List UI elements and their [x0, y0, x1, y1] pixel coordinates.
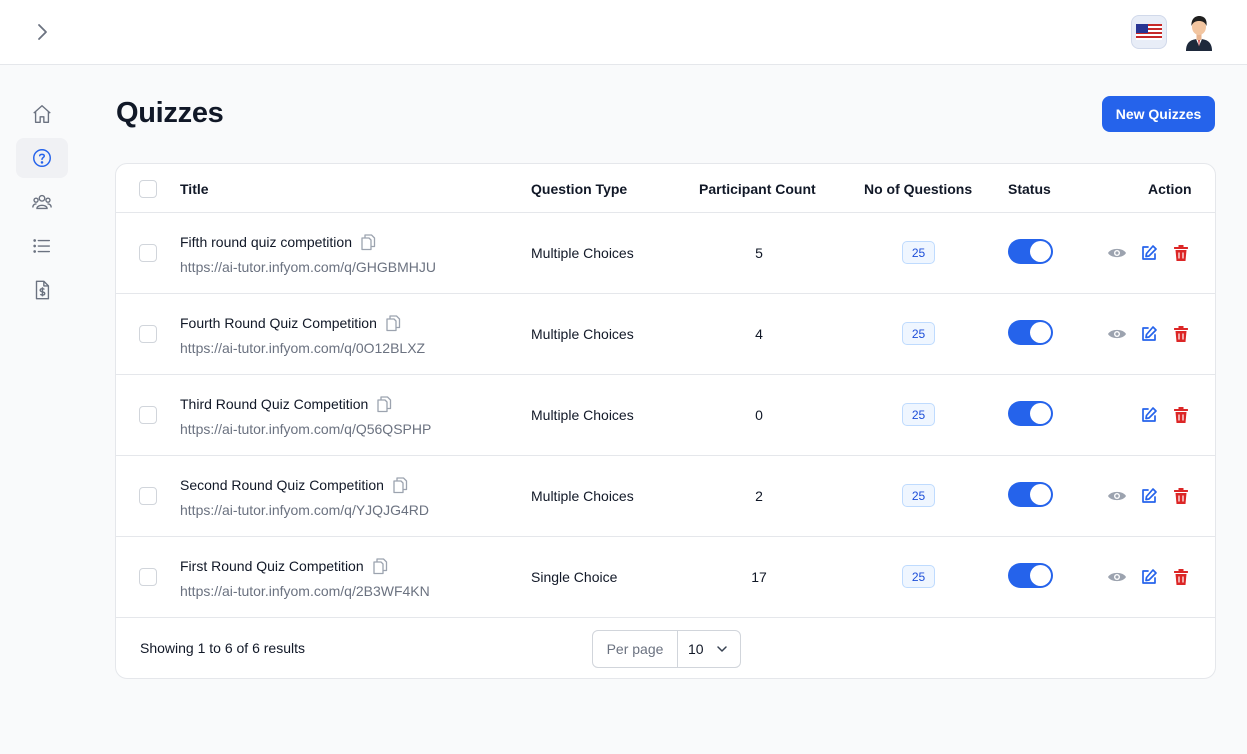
- participant-count: 0: [755, 407, 763, 423]
- question-type: Multiple Choices: [531, 245, 634, 261]
- table-header: Title Question Type Participant Count No…: [116, 164, 1215, 213]
- question-type: Multiple Choices: [531, 326, 634, 342]
- row-checkbox[interactable]: [139, 406, 157, 424]
- results-summary: Showing 1 to 6 of 6 results: [140, 640, 305, 656]
- status-toggle[interactable]: [1008, 239, 1053, 264]
- column-header-participant-count: Participant Count: [699, 181, 816, 197]
- billing-icon: [35, 280, 50, 300]
- status-toggle[interactable]: [1008, 320, 1053, 345]
- language-button[interactable]: [1131, 15, 1167, 49]
- delete-icon[interactable]: [1170, 323, 1192, 345]
- row-checkbox[interactable]: [139, 244, 157, 262]
- questions-count-badge: 25: [902, 484, 935, 507]
- quizzes-table: Title Question Type Participant Count No…: [115, 163, 1216, 679]
- sidebar-item-list[interactable]: [16, 226, 68, 266]
- per-page-control: Per page 10: [592, 630, 741, 668]
- sidebar: [16, 94, 68, 314]
- table-row: Fifth round quiz competition https://ai-t…: [116, 213, 1215, 294]
- edit-icon[interactable]: [1138, 485, 1160, 507]
- table-row: Fourth Round Quiz Competition https://ai-…: [116, 294, 1215, 375]
- column-header-question-type: Question Type: [531, 181, 628, 197]
- view-icon[interactable]: [1106, 485, 1128, 507]
- column-header-status: Status: [1008, 181, 1051, 197]
- delete-icon[interactable]: [1170, 566, 1192, 588]
- quiz-url[interactable]: https://ai-tutor.infyom.com/q/2B3WF4KN: [180, 583, 430, 599]
- copy-link-icon[interactable]: [385, 314, 401, 332]
- sidebar-item-billing[interactable]: [16, 270, 68, 310]
- participant-count: 2: [755, 488, 763, 504]
- chevron-down-icon: [717, 646, 727, 652]
- per-page-select[interactable]: 10: [678, 631, 740, 667]
- edit-icon[interactable]: [1138, 242, 1160, 264]
- view-icon[interactable]: [1106, 323, 1128, 345]
- quiz-url[interactable]: https://ai-tutor.infyom.com/q/GHGBMHJU: [180, 259, 436, 275]
- table-row: Second Round Quiz Competition https://ai-…: [116, 456, 1215, 537]
- row-checkbox[interactable]: [139, 487, 157, 505]
- quiz-url[interactable]: https://ai-tutor.infyom.com/q/Q56QSPHP: [180, 421, 431, 437]
- sidebar-item-quizzes[interactable]: [16, 138, 68, 178]
- sidebar-item-home[interactable]: [16, 94, 68, 134]
- column-header-action: Action: [1148, 181, 1192, 197]
- quiz-title: Second Round Quiz Competition: [180, 477, 384, 493]
- edit-icon[interactable]: [1138, 566, 1160, 588]
- quiz-title-cell: Second Round Quiz Competition: [180, 476, 408, 494]
- column-header-no-of-questions: No of Questions: [864, 181, 973, 197]
- status-toggle[interactable]: [1008, 563, 1053, 588]
- view-icon[interactable]: [1106, 566, 1128, 588]
- user-avatar[interactable]: [1181, 13, 1217, 51]
- us-flag-icon: [1136, 24, 1162, 40]
- question-icon: [33, 149, 51, 167]
- status-toggle[interactable]: [1008, 482, 1053, 507]
- participant-count: 5: [755, 245, 763, 261]
- edit-icon[interactable]: [1138, 323, 1160, 345]
- questions-count-badge: 25: [902, 565, 935, 588]
- chevron-right-icon: [38, 24, 47, 40]
- copy-link-icon[interactable]: [372, 557, 388, 575]
- table-row: First Round Quiz Competition https://ai-t…: [116, 537, 1215, 618]
- quiz-url[interactable]: https://ai-tutor.infyom.com/q/0O12BLXZ: [180, 340, 425, 356]
- select-all-checkbox[interactable]: [139, 180, 157, 198]
- quiz-url[interactable]: https://ai-tutor.infyom.com/q/YJQJG4RD: [180, 502, 429, 518]
- row-checkbox[interactable]: [139, 568, 157, 586]
- questions-count-badge: 25: [902, 403, 935, 426]
- quiz-title-cell: Fourth Round Quiz Competition: [180, 314, 401, 332]
- sidebar-item-users[interactable]: [16, 182, 68, 222]
- participant-count: 4: [755, 326, 763, 342]
- quiz-title-cell: Fifth round quiz competition: [180, 233, 376, 251]
- copy-link-icon[interactable]: [376, 395, 392, 413]
- view-icon[interactable]: [1106, 242, 1128, 264]
- question-type: Multiple Choices: [531, 488, 634, 504]
- edit-icon[interactable]: [1138, 404, 1160, 426]
- quiz-title-cell: Third Round Quiz Competition: [180, 395, 392, 413]
- row-checkbox[interactable]: [139, 325, 157, 343]
- questions-count-badge: 25: [902, 241, 935, 264]
- page-title: Quizzes: [116, 97, 224, 129]
- quiz-title: First Round Quiz Competition: [180, 558, 364, 574]
- per-page-label: Per page: [593, 631, 678, 667]
- participant-count: 17: [751, 569, 767, 585]
- new-quizzes-button[interactable]: New Quizzes: [1102, 96, 1215, 132]
- delete-icon[interactable]: [1170, 404, 1192, 426]
- question-type: Single Choice: [531, 569, 618, 585]
- column-header-title: Title: [180, 181, 209, 197]
- list-icon: [33, 239, 51, 253]
- delete-icon[interactable]: [1170, 242, 1192, 264]
- quiz-title: Fourth Round Quiz Competition: [180, 315, 377, 331]
- quiz-title: Third Round Quiz Competition: [180, 396, 369, 412]
- delete-icon[interactable]: [1170, 485, 1192, 507]
- table-row: Third Round Quiz Competition https://ai-t…: [116, 375, 1215, 456]
- per-page-value: 10: [688, 641, 704, 657]
- quiz-title-cell: First Round Quiz Competition: [180, 557, 388, 575]
- avatar-icon: [1186, 16, 1212, 51]
- quiz-title: Fifth round quiz competition: [180, 234, 352, 250]
- home-icon: [33, 105, 51, 123]
- copy-link-icon[interactable]: [392, 476, 408, 494]
- copy-link-icon[interactable]: [360, 233, 376, 251]
- question-type: Multiple Choices: [531, 407, 634, 423]
- status-toggle[interactable]: [1008, 401, 1053, 426]
- users-icon: [32, 194, 52, 210]
- top-bar: [0, 0, 1247, 65]
- expand-sidebar-button[interactable]: [28, 18, 56, 46]
- questions-count-badge: 25: [902, 322, 935, 345]
